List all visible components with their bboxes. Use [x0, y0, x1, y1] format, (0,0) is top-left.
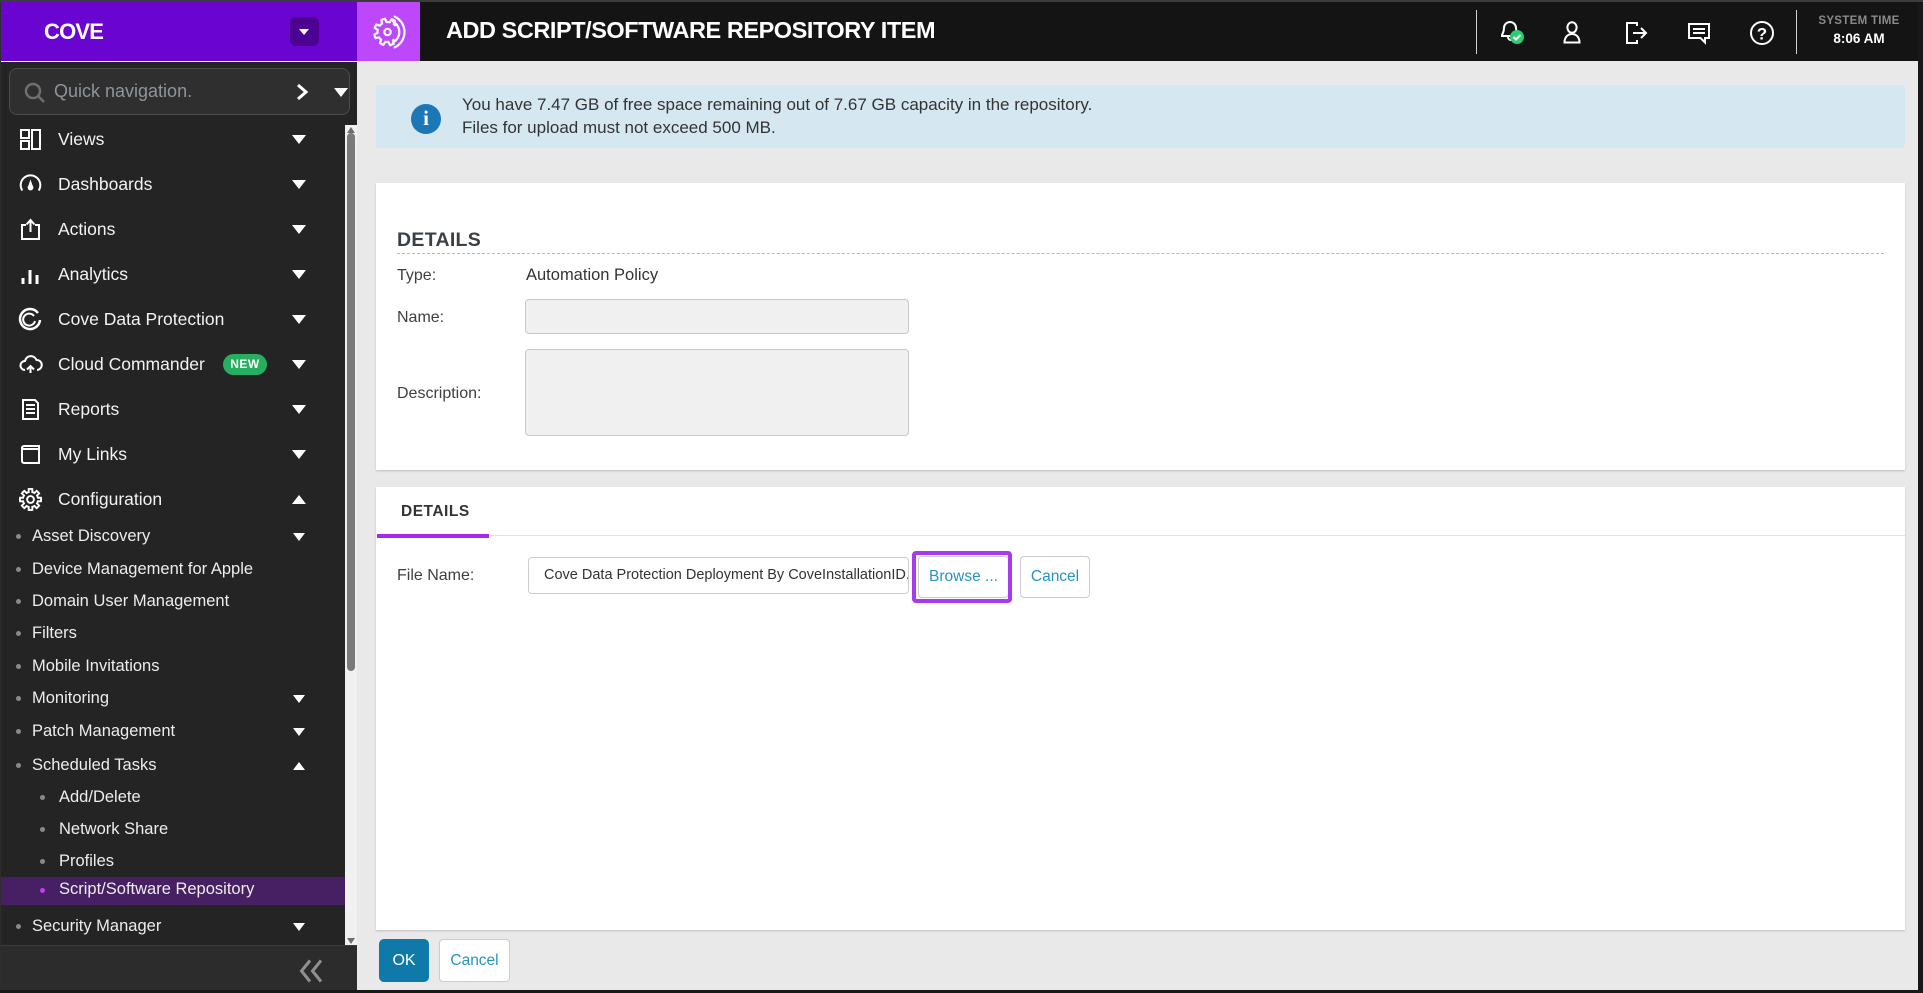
svg-text:?: ?	[1757, 25, 1767, 44]
